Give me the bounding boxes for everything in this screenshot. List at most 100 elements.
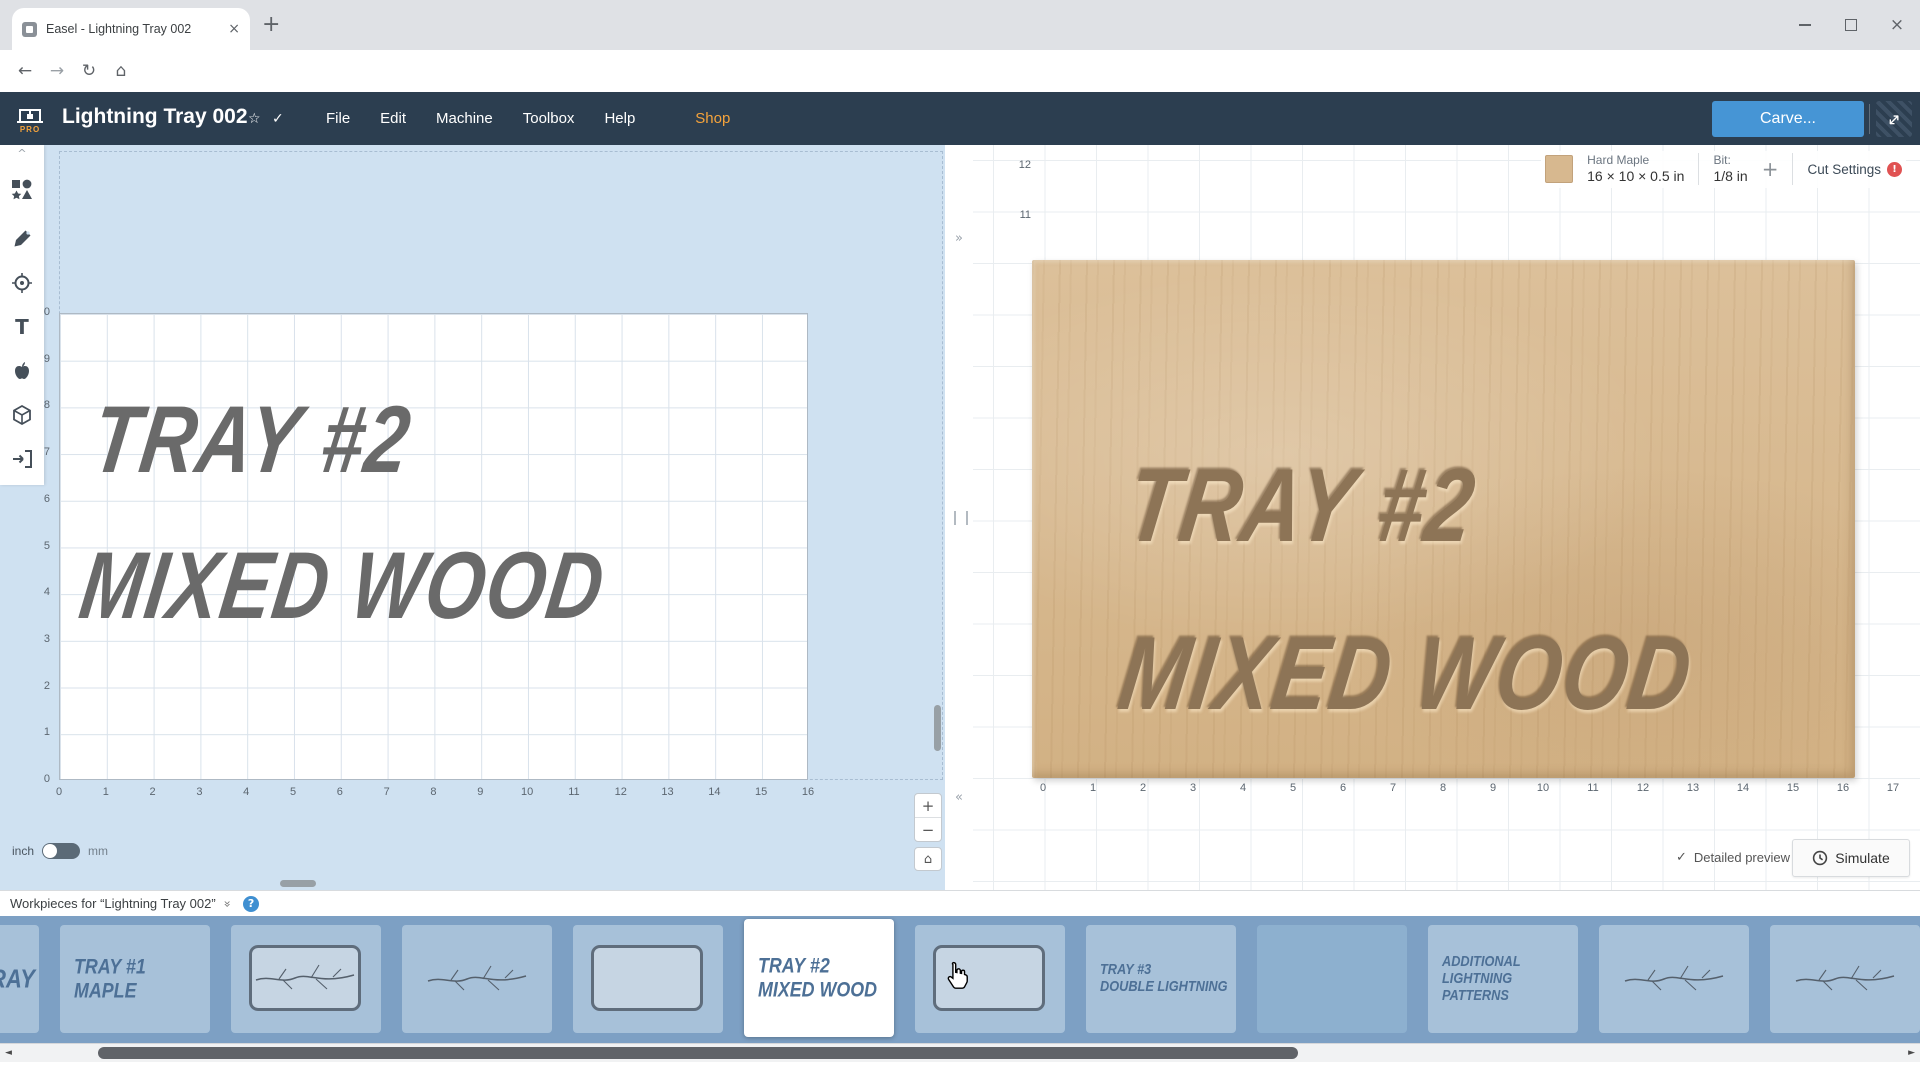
- canvas-x-tick: 13: [661, 786, 673, 798]
- design-canvas[interactable]: 012345678910111213141516 012345678910 TR…: [0, 145, 945, 890]
- origin-point-tool-icon[interactable]: [0, 265, 44, 301]
- easel-logo[interactable]: PRO: [10, 98, 50, 139]
- material-size[interactable]: 16 × 10 × 0.5 in: [1587, 168, 1684, 186]
- menu-toolbox[interactable]: Toolbox: [523, 110, 575, 127]
- home-icon[interactable]: ⌂: [108, 58, 134, 84]
- scroll-left-icon[interactable]: ◄: [5, 1048, 12, 1058]
- canvas-x-tick: 16: [802, 786, 814, 798]
- workpiece-thumb-7[interactable]: [915, 925, 1065, 1033]
- import-tool-icon[interactable]: [0, 441, 44, 477]
- preview-x-tick: 8: [1440, 782, 1446, 794]
- toolbar-collapse-icon[interactable]: ^: [0, 147, 44, 160]
- workpiece-thumb-10[interactable]: ADDITIONALLIGHTNINGPATTERNS: [1428, 925, 1578, 1033]
- bit-size[interactable]: 1/8 in: [1713, 168, 1747, 186]
- workpiece-thumb-label: TRAY #3DOUBLE LIGHTNING: [1100, 962, 1228, 996]
- design-line-2[interactable]: MIXED WOOD: [75, 539, 611, 634]
- expand-arrows-icon: ↔: [1883, 108, 1906, 131]
- browser-window: Easel - Lightning Tray 002 × + × ← → ↻ ⌂…: [0, 0, 1920, 1080]
- tool-rail: ^ T: [0, 145, 44, 485]
- back-icon[interactable]: ←: [12, 58, 38, 84]
- cut-settings-link[interactable]: Cut Settings !: [1807, 162, 1902, 177]
- fullscreen-toggle-button[interactable]: ↔: [1876, 101, 1912, 137]
- carve-button[interactable]: Carve...: [1712, 101, 1864, 137]
- canvas-x-tick: 12: [615, 786, 627, 798]
- zoom-in-button[interactable]: +: [915, 794, 941, 817]
- header-divider: [1869, 104, 1870, 134]
- forward-icon[interactable]: →: [44, 58, 70, 84]
- units-toggle[interactable]: inch mm: [12, 843, 108, 859]
- workpiece-thumb-12[interactable]: [1770, 925, 1920, 1033]
- zoom-controls: + −: [914, 793, 942, 842]
- material-swatch[interactable]: [1545, 155, 1573, 183]
- material-cube-icon[interactable]: [0, 397, 44, 433]
- workpieces-help-icon[interactable]: ?: [243, 896, 259, 912]
- workpiece-thumb-11[interactable]: [1599, 925, 1749, 1033]
- maximize-button[interactable]: [1828, 0, 1874, 50]
- lightning-pattern-thumbnail: [410, 939, 544, 1019]
- canvas-x-tick: 3: [196, 786, 202, 798]
- detailed-preview-label[interactable]: Detailed preview: [1694, 850, 1790, 865]
- workpieces-bar[interactable]: RAY TRAY #1MAPLE TRAY #2MIXED WOOD TRAY #3D…: [0, 916, 1920, 1043]
- workpiece-thumb-3[interactable]: [231, 925, 381, 1033]
- scroll-right-icon[interactable]: ►: [1908, 1048, 1915, 1058]
- panel-splitter[interactable]: » «: [945, 145, 973, 890]
- refresh-icon[interactable]: ↻: [76, 58, 102, 84]
- canvas-y-tick: 0: [28, 773, 50, 785]
- menu-edit[interactable]: Edit: [380, 110, 406, 127]
- pan-right-icon[interactable]: »: [945, 231, 973, 246]
- workpiece-thumb-4[interactable]: [402, 925, 552, 1033]
- canvas-x-tick: 14: [708, 786, 720, 798]
- carved-line-2: MIXED WOOD: [1113, 622, 1698, 726]
- text-tool-icon[interactable]: T: [0, 309, 44, 345]
- horizontal-scrollbar[interactable]: ◄ ►: [0, 1043, 1920, 1062]
- carved-line-1: TRAY #2: [1121, 454, 1481, 558]
- workpiece-thumb-2[interactable]: TRAY #1MAPLE: [60, 925, 210, 1033]
- canvas-x-tick: 4: [243, 786, 249, 798]
- menu-file[interactable]: File: [326, 110, 350, 127]
- workpiece-thumb-8[interactable]: TRAY #3DOUBLE LIGHTNING: [1086, 925, 1236, 1033]
- detailed-preview-toggle[interactable]: ✓ Detailed preview: [1676, 850, 1790, 865]
- menu-shop[interactable]: Shop: [695, 110, 730, 127]
- canvas-hscroll-thumb[interactable]: [280, 880, 316, 887]
- zoom-home-button[interactable]: ⌂: [914, 847, 942, 871]
- workpiece-thumb-6[interactable]: TRAY #2MIXED WOOD: [744, 919, 894, 1037]
- carve-preview-panel[interactable]: TRAY #2 MIXED WOOD 012345678910111213141…: [973, 145, 1920, 890]
- workpiece-thumb-1[interactable]: RAY: [0, 925, 39, 1033]
- menu-machine[interactable]: Machine: [436, 110, 493, 127]
- mouse-cursor: [945, 961, 969, 994]
- pan-left-icon[interactable]: «: [945, 790, 973, 805]
- workpieces-collapse-icon[interactable]: »: [220, 900, 234, 907]
- canvas-x-tick: 7: [384, 786, 390, 798]
- canvas-vscroll-thumb[interactable]: [934, 705, 941, 751]
- clipart-apple-icon[interactable]: [0, 353, 44, 389]
- new-tab-button[interactable]: +: [262, 14, 280, 36]
- favorite-star-icon[interactable]: ☆: [248, 111, 261, 127]
- tab-close-icon[interactable]: ×: [228, 21, 240, 37]
- shapes-tool-icon[interactable]: [0, 171, 44, 207]
- minimize-button[interactable]: [1782, 0, 1828, 50]
- workpiece-thumb-label: TRAY #1MAPLE: [74, 955, 146, 1002]
- scrollbar-thumb[interactable]: [98, 1047, 1298, 1059]
- menu-help[interactable]: Help: [604, 110, 635, 127]
- zoom-out-button[interactable]: −: [915, 817, 941, 841]
- workpieces-header: Workpieces for “Lightning Tray 002” » ?: [0, 890, 1920, 916]
- design-line-1[interactable]: TRAY #2: [87, 393, 417, 488]
- cut-settings-label[interactable]: Cut Settings: [1807, 162, 1881, 177]
- add-bit-button[interactable]: +: [1762, 157, 1779, 181]
- canvas-x-tick: 11: [568, 786, 579, 798]
- simulate-button[interactable]: Simulate: [1792, 839, 1910, 877]
- workpiece-thumb-9[interactable]: [1257, 925, 1407, 1033]
- browser-tab[interactable]: Easel - Lightning Tray 002 ×: [12, 8, 250, 50]
- preview-x-tick: 13: [1687, 782, 1699, 794]
- unit-switch[interactable]: [42, 843, 80, 859]
- close-button[interactable]: ×: [1874, 0, 1920, 50]
- workpiece-thumb-5[interactable]: [573, 925, 723, 1033]
- browser-toolbar: ← → ↻ ⌂ easel.inventables.com/projects/u…: [0, 50, 1920, 93]
- tab-title: Easel - Lightning Tray 002: [46, 22, 222, 36]
- preview-x-tick: 5: [1290, 782, 1296, 794]
- splitter-drag-handle[interactable]: [954, 511, 968, 525]
- lightning-pattern-thumbnail: [1778, 939, 1912, 1019]
- pen-tool-icon[interactable]: [0, 221, 44, 257]
- canvas-x-tick: 9: [477, 786, 483, 798]
- project-title[interactable]: Lightning Tray 002: [62, 105, 248, 129]
